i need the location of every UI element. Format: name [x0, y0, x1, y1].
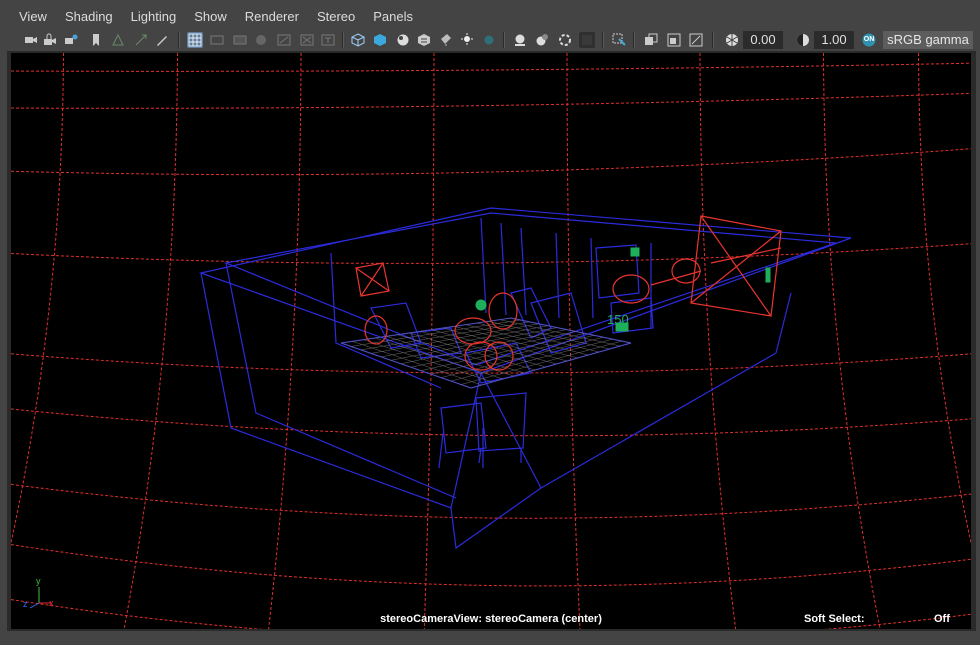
- color-space-dropdown[interactable]: sRGB gamma: [883, 31, 973, 49]
- resolution-gate-icon[interactable]: [232, 32, 248, 48]
- soft-select-value: Off: [934, 613, 950, 625]
- viewport[interactable]: 150 y x z stereoCameraView: stereoCamera…: [11, 53, 971, 629]
- motion-blur-icon[interactable]: [512, 32, 528, 48]
- axis-x-label: x: [49, 598, 54, 608]
- menu-show[interactable]: Show: [185, 0, 236, 30]
- exposure-field[interactable]: 0.00: [743, 31, 783, 49]
- xray-icon[interactable]: [611, 32, 627, 48]
- grease-pencil-icon[interactable]: [154, 32, 170, 48]
- xray-joints-icon[interactable]: [643, 32, 659, 48]
- floor-grid: [340, 317, 632, 389]
- menu-bar: View Shading Lighting Show Renderer Ster…: [0, 0, 980, 30]
- camera-lock-icon[interactable]: [42, 32, 58, 48]
- color-management-badge: ON: [863, 36, 875, 43]
- panel-toolbar: 0.00 1.00 ON sRGB gamma: [0, 30, 980, 50]
- wireframe-icon[interactable]: [350, 32, 366, 48]
- safe-action-icon[interactable]: [299, 32, 315, 48]
- room-wireframe: [198, 207, 852, 550]
- axis-y-label: y: [36, 576, 41, 586]
- menu-stereo[interactable]: Stereo: [308, 0, 364, 30]
- menu-shading[interactable]: Shading: [56, 0, 122, 30]
- anti-aliasing-icon[interactable]: [534, 32, 550, 48]
- menu-renderer[interactable]: Renderer: [236, 0, 308, 30]
- image-plane-icon[interactable]: [110, 32, 126, 48]
- scene-render: 150 y x z: [11, 53, 971, 629]
- gamma-field[interactable]: 1.00: [814, 31, 854, 49]
- grid-icon[interactable]: [187, 32, 203, 48]
- bottom-strip: [0, 631, 980, 645]
- 2d-pan-zoom-icon[interactable]: [133, 32, 149, 48]
- screen-space-ao-icon[interactable]: [481, 32, 497, 48]
- default-material-icon[interactable]: [395, 32, 411, 48]
- bookmark-icon[interactable]: [88, 32, 104, 48]
- camera-attributes-icon[interactable]: [63, 32, 79, 48]
- axis-z-label: z: [23, 599, 28, 609]
- isolate-select-icon[interactable]: [579, 32, 595, 48]
- shadows-icon[interactable]: [459, 32, 475, 48]
- use-all-lights-icon[interactable]: [438, 32, 454, 48]
- scene-label: 150: [607, 312, 629, 327]
- field-chart-icon[interactable]: [276, 32, 292, 48]
- camera-select-icon[interactable]: [23, 32, 39, 48]
- menu-lighting[interactable]: Lighting: [122, 0, 186, 30]
- smooth-shade-icon[interactable]: [372, 32, 388, 48]
- menu-panels[interactable]: Panels: [364, 0, 422, 30]
- safe-title-icon[interactable]: [320, 32, 336, 48]
- xray-components-icon[interactable]: [666, 32, 682, 48]
- textured-icon[interactable]: [416, 32, 432, 48]
- hud-icon[interactable]: [688, 32, 704, 48]
- menu-view[interactable]: View: [0, 0, 56, 30]
- gate-mask-icon[interactable]: [253, 32, 269, 48]
- gamma-icon[interactable]: [795, 32, 811, 48]
- exposure-icon[interactable]: [724, 32, 740, 48]
- film-gate-icon[interactable]: [209, 32, 225, 48]
- soft-select-label: Soft Select:: [804, 613, 865, 625]
- depth-of-field-icon[interactable]: [557, 32, 573, 48]
